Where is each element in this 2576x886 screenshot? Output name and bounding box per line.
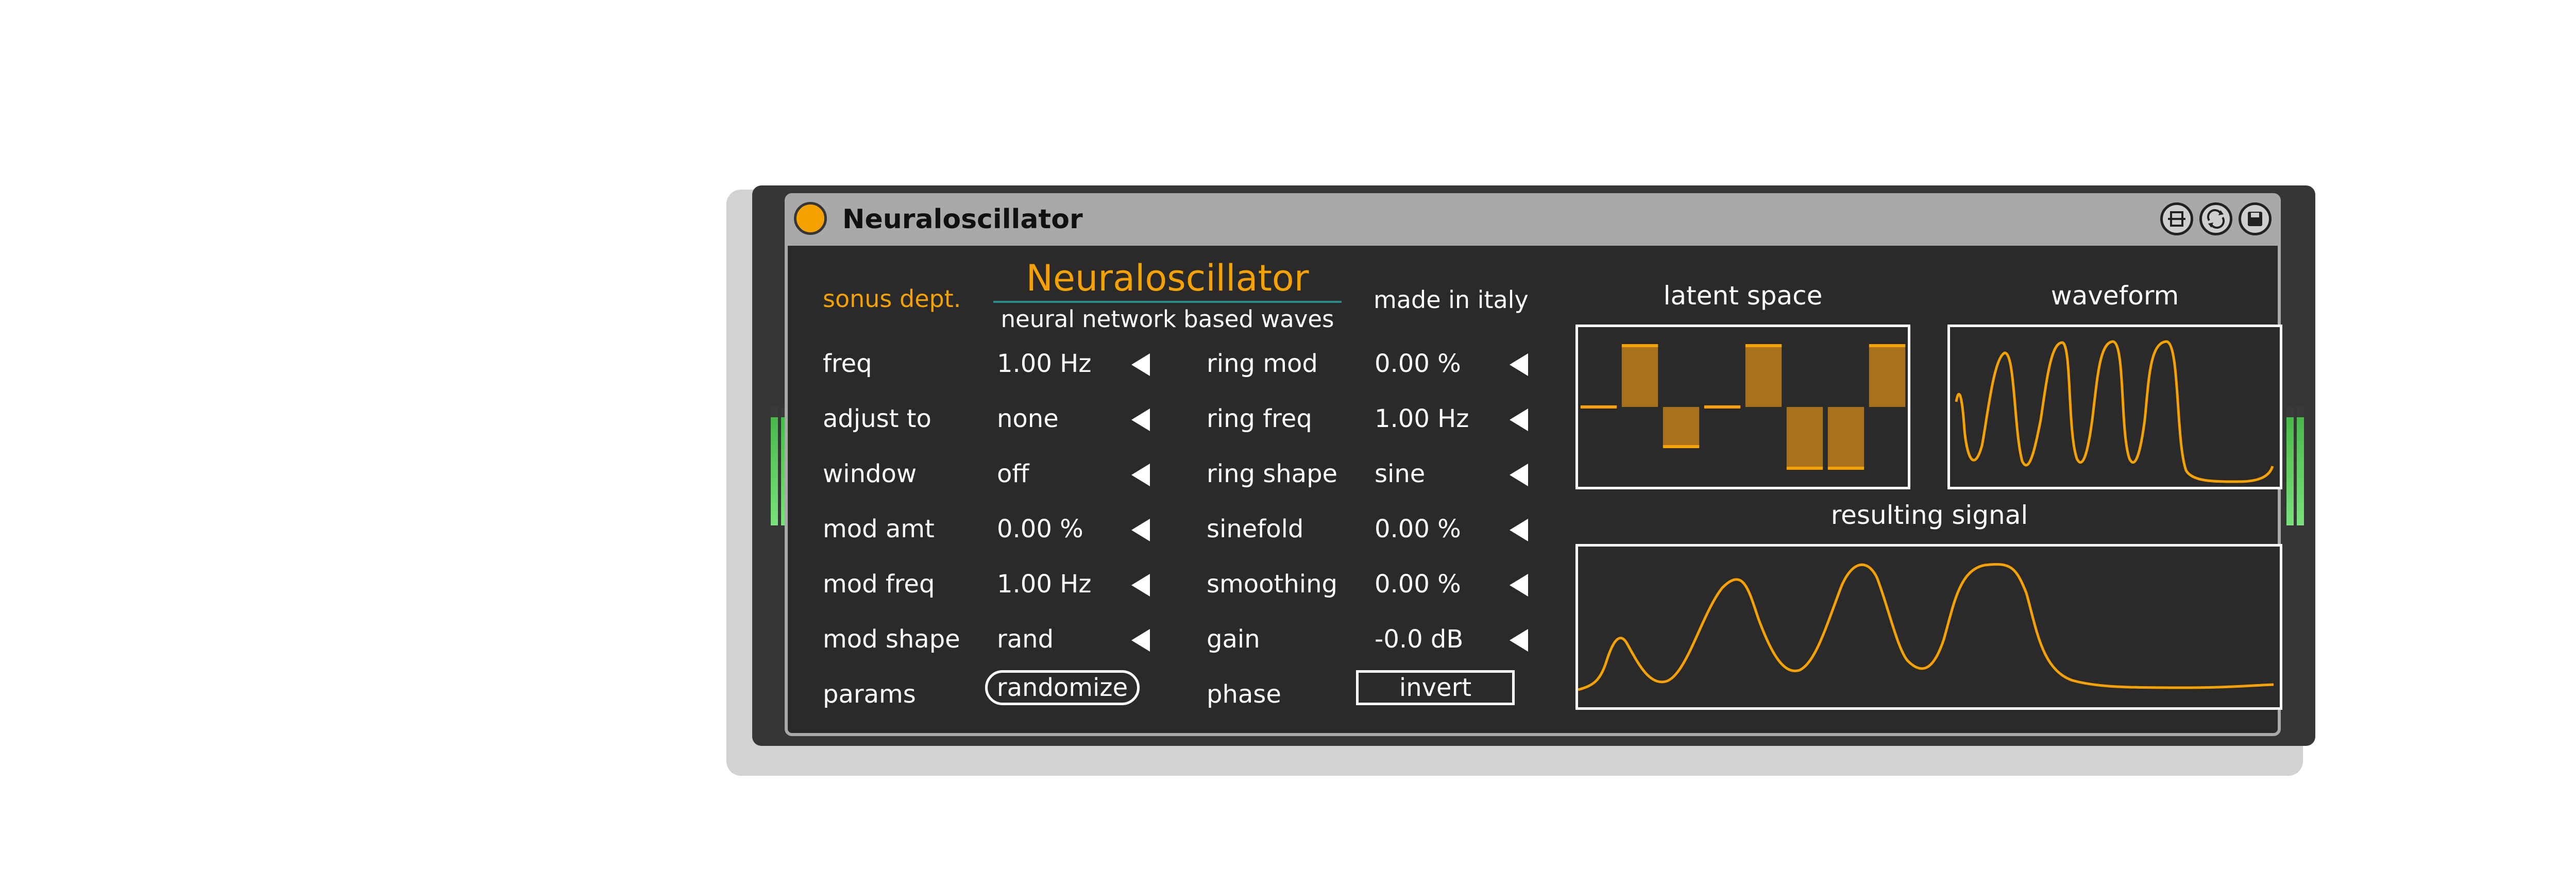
param-label-adjust-to: adjust to (823, 404, 931, 433)
invert-button[interactable]: invert (1356, 670, 1515, 705)
params-label: params (823, 680, 916, 709)
freeze-icon[interactable] (2160, 202, 2193, 235)
param-value-ring-freq[interactable]: 1.00 Hz (1375, 404, 1469, 433)
ring-freq-arrow[interactable] (1510, 408, 1528, 431)
mod-freq-arrow[interactable] (1131, 574, 1150, 597)
waveform-display (1947, 325, 2282, 489)
param-value-gain[interactable]: -0.0 dB (1375, 625, 1463, 654)
latent-bar-edge (1827, 467, 1865, 470)
param-label-window: window (823, 459, 917, 488)
param-label-mod-freq: mod freq (823, 570, 935, 599)
input-meter-left (771, 407, 778, 525)
param-value-adjust-to[interactable]: none (997, 404, 1059, 433)
resulting-signal-curve (1578, 563, 2274, 691)
param-label-mod-amt: mod amt (823, 515, 935, 543)
freq-decrement-arrow[interactable] (1131, 353, 1150, 376)
param-value-mod-shape[interactable]: rand (997, 625, 1054, 654)
latent-bar[interactable] (1745, 346, 1782, 407)
window-arrow[interactable] (1131, 464, 1150, 486)
save-icon[interactable] (2239, 202, 2272, 235)
sinefold-arrow[interactable] (1510, 519, 1528, 541)
param-label-ring-shape: ring shape (1207, 459, 1338, 488)
latent-bar-edge (1663, 445, 1700, 448)
param-value-window[interactable]: off (997, 459, 1029, 488)
latent-bar[interactable] (1663, 407, 1700, 447)
latent-bar[interactable] (1869, 346, 1906, 407)
param-value-mod-freq[interactable]: 1.00 Hz (997, 570, 1091, 599)
param-label-freq: freq (823, 349, 872, 378)
randomize-button[interactable]: randomize (985, 670, 1140, 705)
waveform-curve (1955, 340, 2274, 483)
output-meter-left (2286, 407, 2294, 525)
param-value-ring-shape[interactable]: sine (1375, 459, 1425, 488)
latent-bar-edge (1580, 405, 1617, 408)
power-button[interactable] (794, 202, 827, 235)
param-label-sinefold: sinefold (1207, 515, 1304, 543)
param-value-smoothing[interactable]: 0.00 % (1375, 570, 1461, 599)
brand-label: sonus dept. (823, 285, 961, 313)
plugin-title: Neuraloscillator (1026, 257, 1309, 299)
latent-bar-edge (1786, 467, 1823, 470)
resulting-signal-label: resulting signal (1831, 500, 2028, 530)
smoothing-arrow[interactable] (1510, 574, 1528, 597)
param-label-ring-mod: ring mod (1207, 349, 1318, 378)
phase-label: phase (1207, 680, 1281, 709)
param-label-smoothing: smoothing (1207, 570, 1337, 599)
latent-space-label: latent space (1663, 281, 1823, 311)
mod-shape-arrow[interactable] (1131, 629, 1150, 652)
latent-bar-edge (1621, 344, 1658, 347)
latent-bar-edge (1745, 344, 1782, 347)
param-value-sinefold[interactable]: 0.00 % (1375, 515, 1461, 543)
tagline: made in italy (1374, 286, 1529, 314)
latent-space-display[interactable] (1575, 325, 1910, 489)
ring-shape-arrow[interactable] (1510, 464, 1528, 486)
latent-bar-edge (1869, 344, 1906, 347)
param-value-freq[interactable]: 1.00 Hz (997, 349, 1091, 378)
param-label-gain: gain (1207, 625, 1260, 654)
gain-arrow[interactable] (1510, 629, 1528, 652)
latent-bar[interactable] (1621, 346, 1658, 407)
param-value-mod-amt[interactable]: 0.00 % (997, 515, 1083, 543)
latent-bar[interactable] (1827, 407, 1865, 468)
param-label-ring-freq: ring freq (1207, 404, 1312, 433)
resulting-signal-display (1575, 544, 2282, 710)
param-value-ring-mod[interactable]: 0.00 % (1375, 349, 1461, 378)
hot-swap-icon[interactable] (2199, 202, 2232, 235)
adjust-to-arrow[interactable] (1131, 408, 1150, 431)
ring-mod-arrow[interactable] (1510, 353, 1528, 376)
plugin-subtitle: neural network based waves (1001, 305, 1334, 333)
device-title: Neuraloscillator (842, 204, 1083, 235)
latent-bar-edge (1704, 405, 1741, 408)
param-label-mod-shape: mod shape (823, 625, 960, 654)
mod-amt-arrow[interactable] (1131, 519, 1150, 541)
output-meter-right (2297, 407, 2304, 525)
title-underline (993, 301, 1342, 303)
latent-bar[interactable] (1786, 407, 1823, 468)
waveform-label: waveform (2050, 281, 2179, 311)
